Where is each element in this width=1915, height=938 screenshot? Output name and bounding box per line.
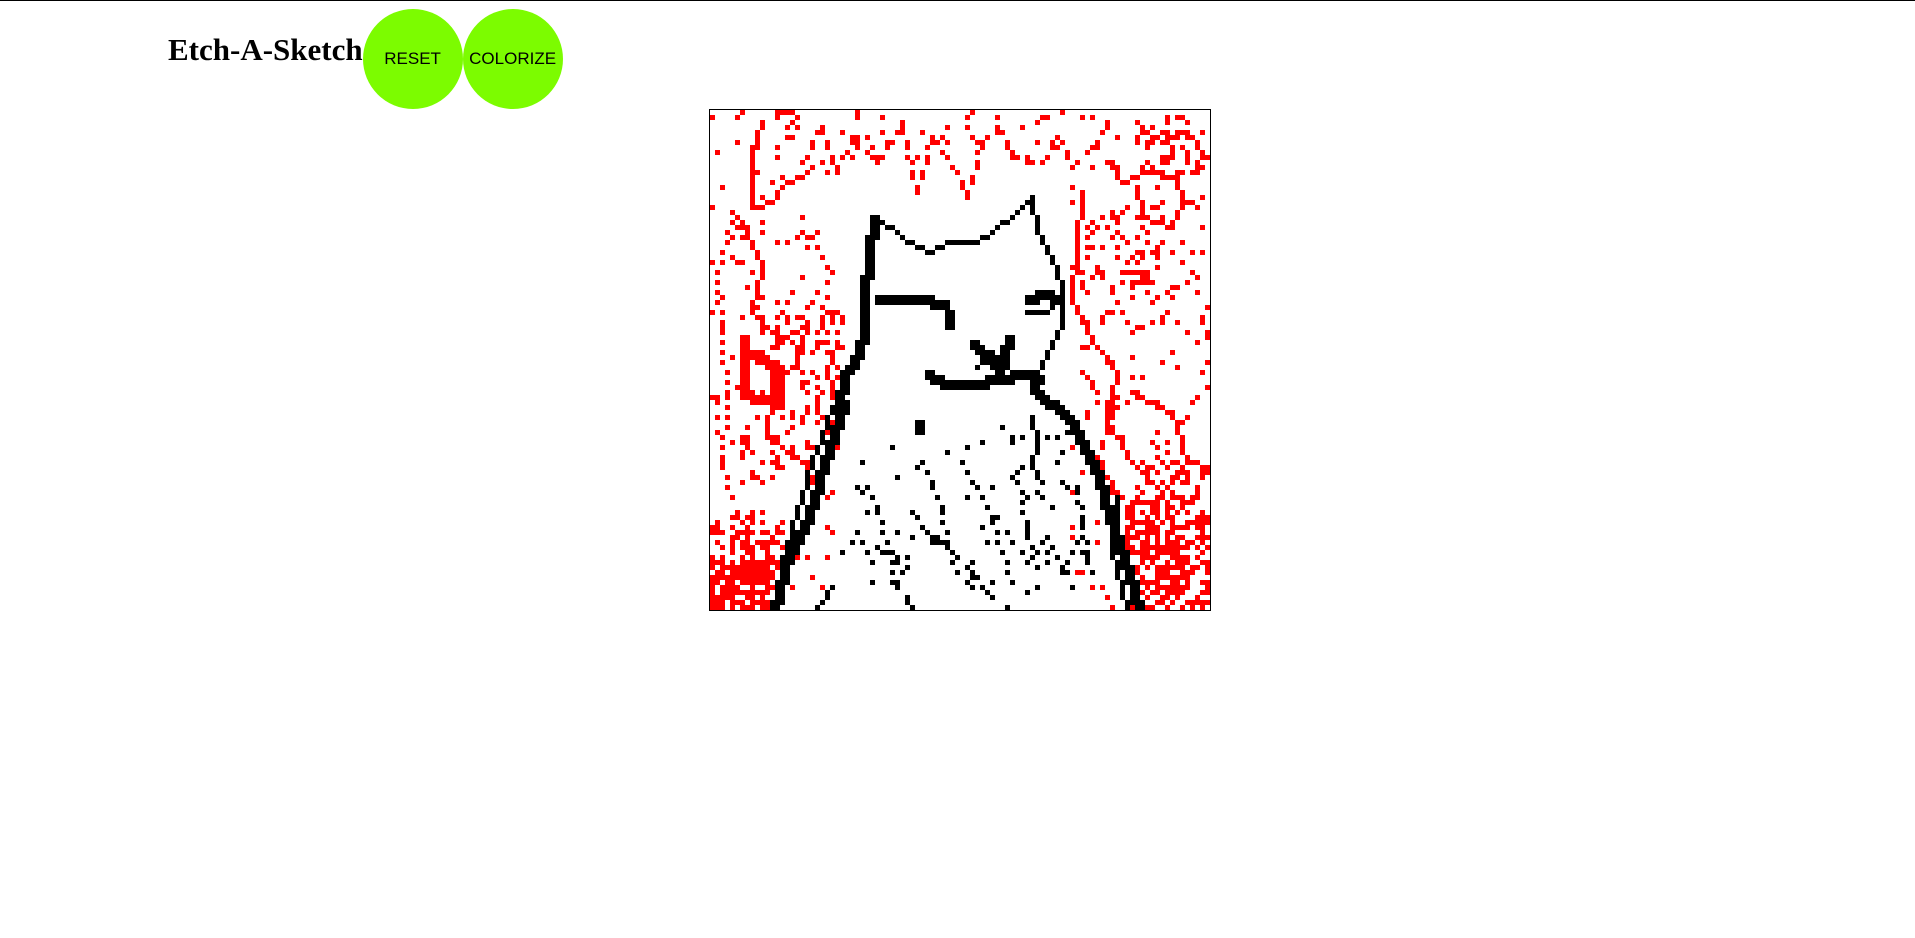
- colorize-button[interactable]: COLORIZE: [462, 9, 563, 109]
- top-rule: [0, 0, 1915, 1]
- sketch-grid[interactable]: [709, 109, 1211, 611]
- header: Etch-A-Sketch RESET COLORIZE: [168, 8, 563, 110]
- page-title: Etch-A-Sketch: [168, 31, 363, 67]
- reset-button[interactable]: RESET: [362, 9, 463, 109]
